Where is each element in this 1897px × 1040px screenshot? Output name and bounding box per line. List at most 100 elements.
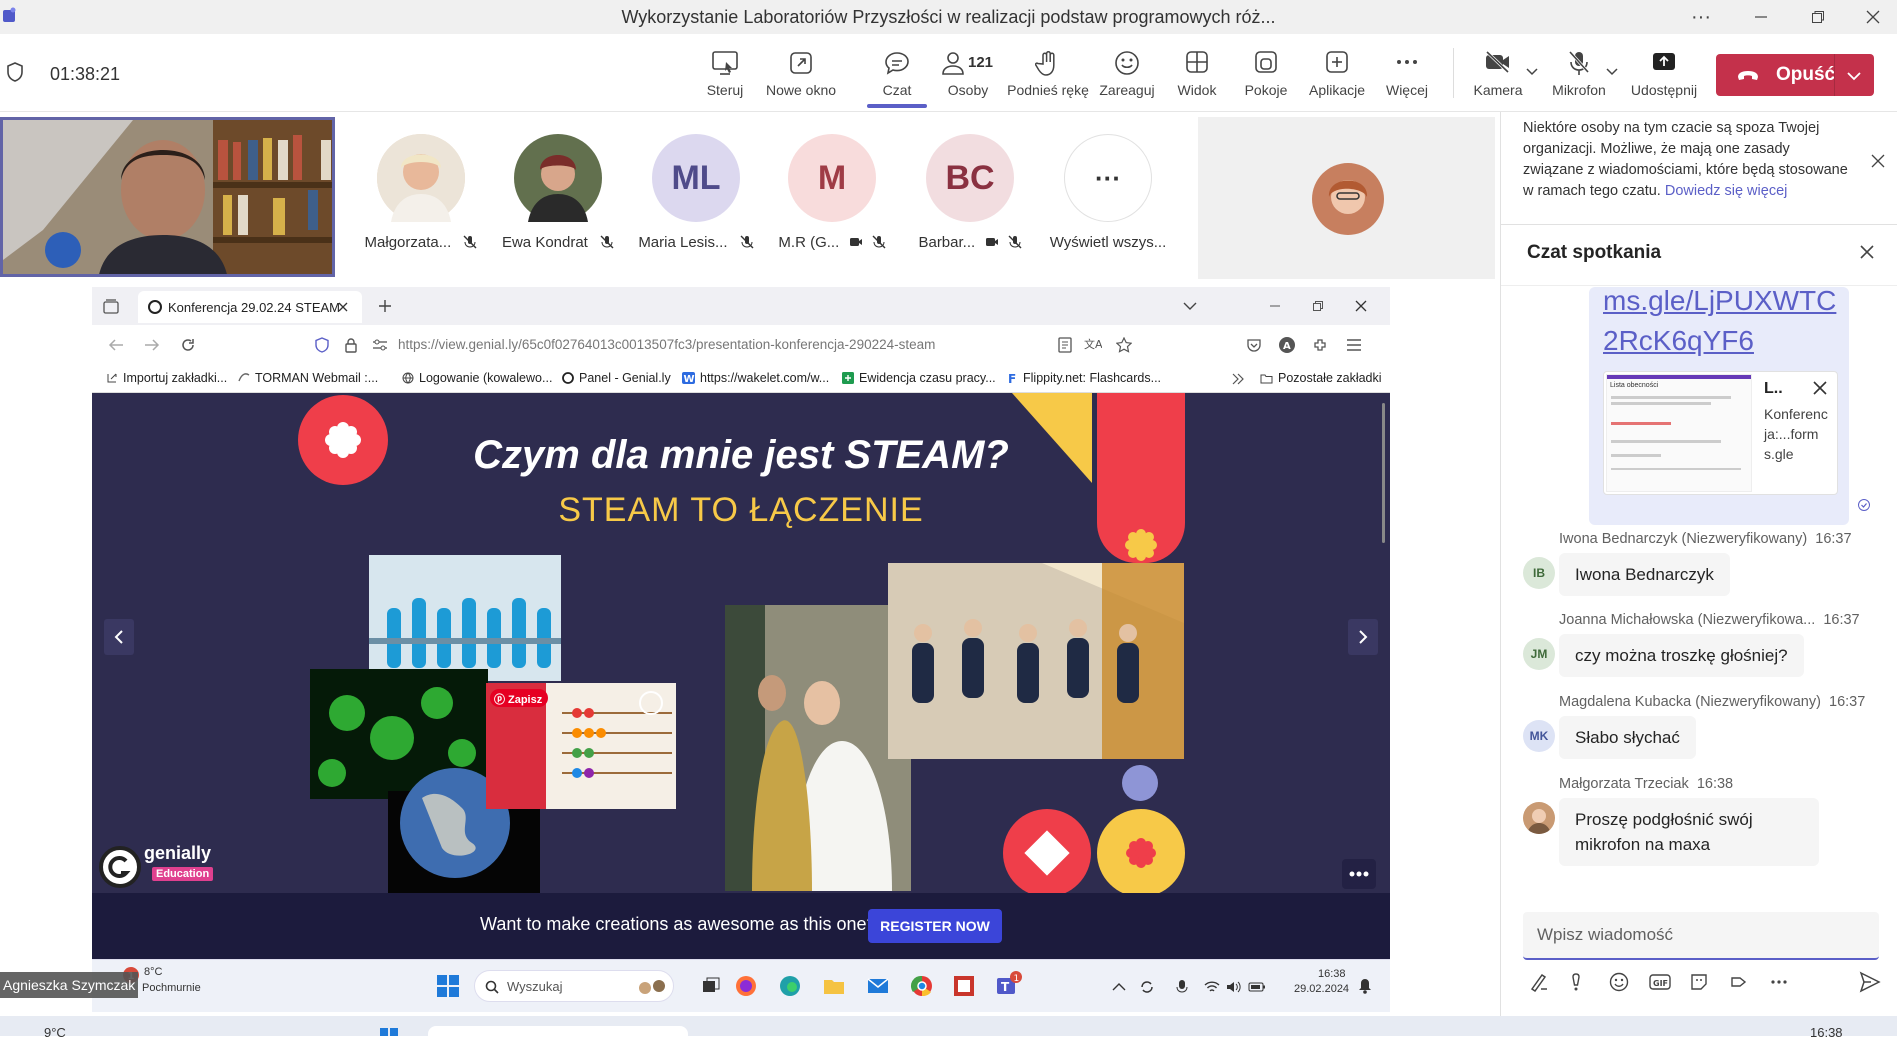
bookmark-star-icon[interactable] bbox=[1116, 337, 1132, 353]
learn-more-link[interactable]: Dowiedz się więcej bbox=[1665, 183, 1788, 199]
slide-options-button[interactable] bbox=[1342, 859, 1376, 889]
wifi-icon[interactable] bbox=[1204, 980, 1220, 994]
bookmark-item[interactable]: Importuj zakładki... bbox=[106, 371, 227, 385]
bookmark-item[interactable]: Logowanie (kowalewo... bbox=[402, 371, 552, 385]
raise-hand-button[interactable]: Podnieś rękę bbox=[1007, 50, 1089, 98]
volume-icon[interactable] bbox=[1226, 980, 1242, 994]
dismiss-notice-icon[interactable] bbox=[1871, 154, 1885, 168]
pop-out-button[interactable]: Nowe okno bbox=[766, 50, 836, 98]
pocket-icon[interactable] bbox=[1246, 337, 1262, 353]
translate-icon[interactable]: 文A bbox=[1084, 337, 1102, 353]
file-explorer-icon[interactable] bbox=[822, 974, 846, 998]
apps-button[interactable]: Aplikacje bbox=[1309, 50, 1365, 98]
gif-icon[interactable]: GIF bbox=[1649, 972, 1671, 992]
browser-close-icon[interactable] bbox=[1355, 300, 1367, 312]
firefox-icon[interactable] bbox=[734, 974, 758, 998]
bookmark-item[interactable]: Ewidencja czasu pracy... bbox=[842, 371, 996, 385]
sync-icon[interactable] bbox=[1139, 979, 1155, 995]
office-app-icon[interactable] bbox=[952, 974, 976, 998]
message-input[interactable] bbox=[1537, 925, 1857, 945]
priority-icon[interactable] bbox=[1569, 972, 1583, 992]
notification-bell-icon[interactable] bbox=[1358, 978, 1372, 994]
tray-expand-icon[interactable] bbox=[1112, 982, 1126, 992]
mic-options-chevron-icon[interactable] bbox=[1606, 68, 1618, 76]
leave-button[interactable]: Opuść bbox=[1716, 54, 1874, 96]
rooms-button[interactable]: Pokoje bbox=[1245, 50, 1287, 98]
bookmark-item[interactable]: Whttps://wakelet.com/w... bbox=[682, 371, 829, 385]
tab-list-chevron-icon[interactable] bbox=[1183, 301, 1197, 311]
os-search-box[interactable] bbox=[428, 1026, 688, 1036]
message-compose-box[interactable] bbox=[1523, 912, 1879, 960]
other-bookmarks-folder[interactable]: Pozostałe zakładki bbox=[1260, 371, 1382, 385]
battery-icon[interactable] bbox=[1248, 980, 1266, 994]
task-view-icon[interactable] bbox=[702, 977, 720, 995]
back-icon[interactable] bbox=[108, 338, 124, 352]
browser-minimize-icon[interactable] bbox=[1269, 300, 1281, 312]
remove-preview-icon[interactable] bbox=[1812, 380, 1828, 396]
emoji-icon[interactable] bbox=[1609, 972, 1629, 992]
participant-tile[interactable]: ML Maria Lesis... bbox=[636, 134, 756, 251]
view-button[interactable]: Widok bbox=[1178, 50, 1216, 98]
mic-toggle-button[interactable]: Mikrofon bbox=[1552, 50, 1606, 98]
tab-overview-icon[interactable] bbox=[102, 297, 120, 315]
reload-icon[interactable] bbox=[180, 337, 196, 353]
react-button[interactable]: Zareaguj bbox=[1099, 50, 1155, 98]
windows-start-icon[interactable] bbox=[380, 1026, 400, 1036]
browser-tab[interactable]: Konferencja 29.02.24 STEAM bbox=[138, 291, 362, 323]
reader-view-icon[interactable] bbox=[1058, 337, 1072, 353]
edge-icon[interactable] bbox=[778, 974, 802, 998]
bookmark-item[interactable]: Panel - Genial.ly bbox=[562, 371, 671, 385]
windows-start-icon[interactable] bbox=[436, 974, 460, 998]
tracking-shield-icon[interactable] bbox=[314, 337, 330, 353]
register-now-button[interactable]: REGISTER NOW bbox=[868, 909, 1002, 943]
pinned-participant-tile[interactable] bbox=[1198, 117, 1495, 279]
url-text[interactable]: https://view.genial.ly/65c0f02764013c001… bbox=[398, 337, 935, 352]
close-chat-button[interactable] bbox=[1855, 240, 1879, 264]
permissions-icon[interactable] bbox=[372, 338, 388, 352]
participant-tile[interactable]: Małgorzata... bbox=[361, 134, 481, 251]
restore-button[interactable] bbox=[1805, 4, 1831, 30]
mail-icon[interactable] bbox=[866, 974, 890, 998]
send-icon[interactable] bbox=[1859, 971, 1881, 993]
forward-icon[interactable] bbox=[144, 338, 160, 352]
loop-icon[interactable] bbox=[1729, 972, 1749, 992]
link-preview-card[interactable]: Lista obecności L.. Konferencja:...forms… bbox=[1603, 371, 1838, 495]
microphone-tray-icon[interactable] bbox=[1176, 979, 1188, 995]
camera-toggle-button[interactable]: Kamera bbox=[1473, 50, 1523, 98]
previous-slide-button[interactable] bbox=[104, 619, 134, 655]
form-link[interactable]: ms.gle/LjPUXWTC2RcK6qYF6 bbox=[1603, 287, 1843, 361]
view-all-participants-button[interactable]: ··· Wyświetl wszys... bbox=[1048, 134, 1168, 251]
chat-button[interactable]: Czat bbox=[867, 50, 927, 108]
browser-restore-icon[interactable] bbox=[1312, 300, 1324, 312]
account-icon[interactable]: A bbox=[1278, 336, 1296, 354]
close-tab-icon[interactable] bbox=[338, 302, 348, 312]
bookmarks-overflow-icon[interactable] bbox=[1232, 373, 1244, 385]
more-button[interactable]: Więcej bbox=[1386, 50, 1428, 98]
camera-options-chevron-icon[interactable] bbox=[1526, 68, 1538, 76]
self-video-tile[interactable] bbox=[0, 117, 335, 277]
chrome-icon[interactable] bbox=[910, 974, 934, 998]
taskbar-search-box[interactable]: Wyszukaj bbox=[474, 970, 674, 1002]
bookmark-item[interactable]: TORMAN Webmail :... bbox=[238, 371, 378, 385]
extensions-icon[interactable] bbox=[1312, 337, 1328, 353]
browser-menu-icon[interactable] bbox=[1346, 338, 1362, 352]
sticker-icon[interactable] bbox=[1689, 972, 1709, 992]
leave-options-chevron-icon[interactable] bbox=[1847, 71, 1861, 81]
new-tab-icon[interactable] bbox=[378, 299, 392, 313]
close-window-button[interactable] bbox=[1860, 4, 1886, 30]
bookmark-item[interactable]: F Flippity.net: Flashcards... bbox=[1006, 371, 1161, 385]
share-button[interactable]: Udostępnij bbox=[1631, 50, 1697, 98]
teams-taskbar-icon[interactable]: T1 bbox=[994, 970, 1022, 998]
avatar: MK bbox=[1523, 720, 1555, 752]
participant-tile[interactable]: BC Barbar... bbox=[910, 134, 1030, 251]
pinterest-save-button[interactable]: ⓟ Zapisz bbox=[494, 691, 542, 707]
next-slide-button[interactable] bbox=[1348, 619, 1378, 655]
control-button[interactable]: Steruj bbox=[707, 50, 743, 98]
more-options-icon[interactable] bbox=[1769, 972, 1789, 992]
lock-icon[interactable] bbox=[344, 337, 358, 353]
participant-tile[interactable]: Ewa Kondrat bbox=[498, 134, 618, 251]
participant-tile[interactable]: M M.R (G... bbox=[772, 134, 892, 251]
window-more-button[interactable]: ··· bbox=[1688, 4, 1714, 30]
format-icon[interactable] bbox=[1529, 972, 1549, 992]
minimize-button[interactable] bbox=[1748, 4, 1774, 30]
